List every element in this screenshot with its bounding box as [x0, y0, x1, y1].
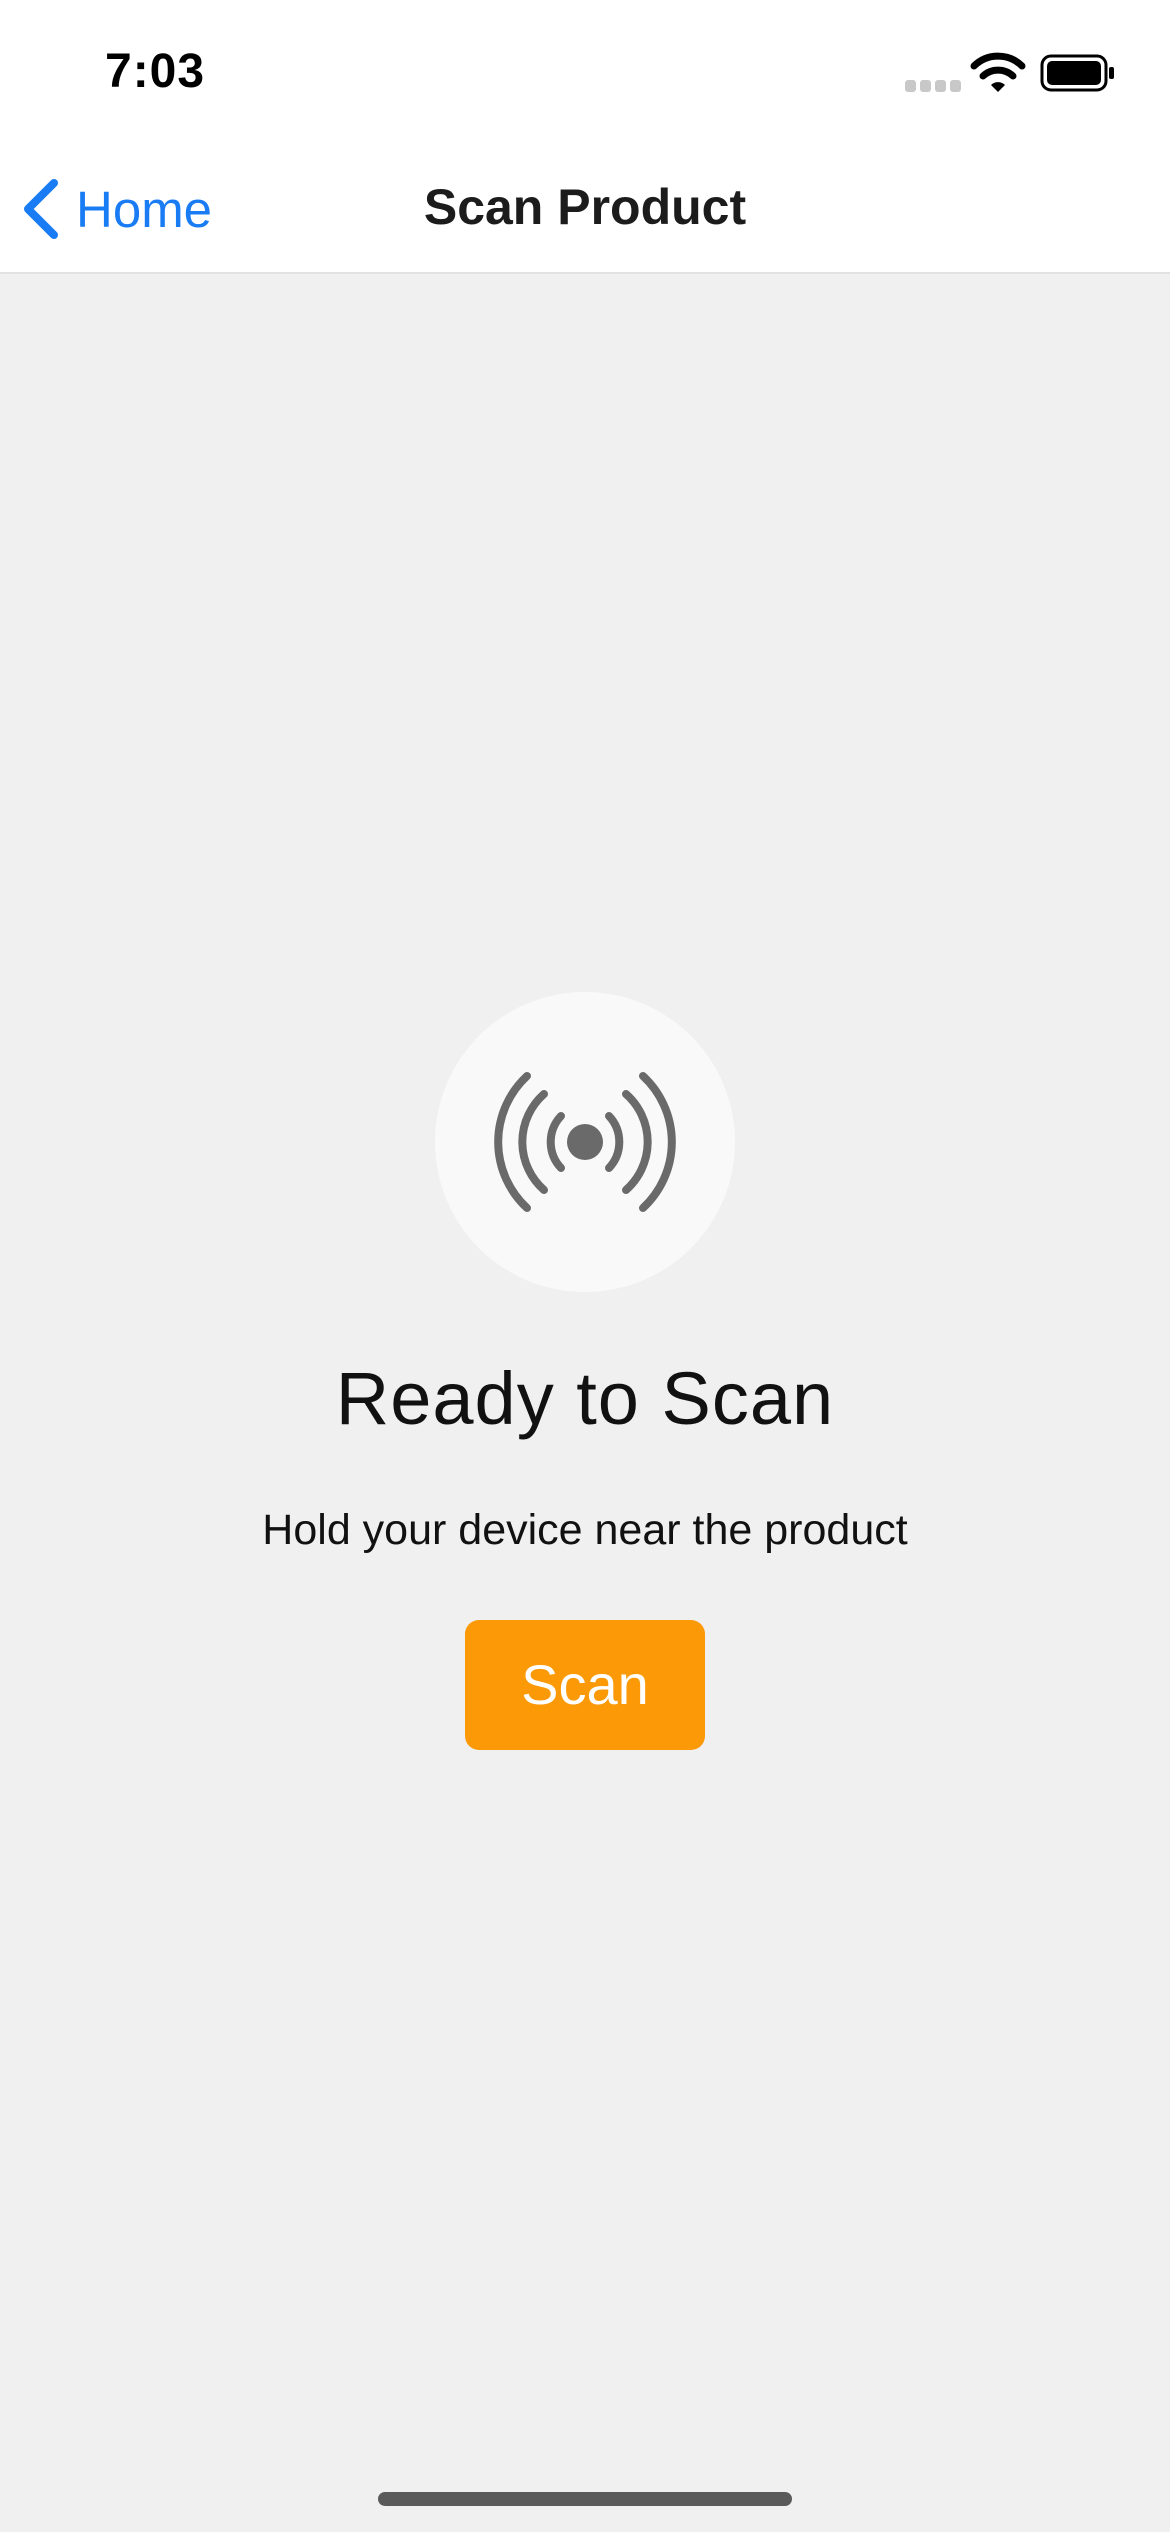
battery-icon: [1040, 54, 1114, 92]
ready-headline: Ready to Scan: [335, 1357, 835, 1440]
navigation-bar: Home Scan Product: [0, 150, 1170, 274]
scan-button[interactable]: Scan: [465, 1620, 705, 1750]
instruction-text: Hold your device near the product: [262, 1506, 908, 1554]
signal-dots-icon: [905, 80, 961, 92]
status-time: 7:03: [105, 45, 206, 98]
page-title: Scan Product: [423, 179, 747, 235]
scan-icon-container: [435, 992, 735, 1292]
status-bar: 7:03: [0, 0, 1170, 150]
wifi-icon: [970, 52, 1026, 92]
home-indicator[interactable]: [378, 2492, 792, 2506]
nfc-waves-icon: [494, 1072, 676, 1212]
